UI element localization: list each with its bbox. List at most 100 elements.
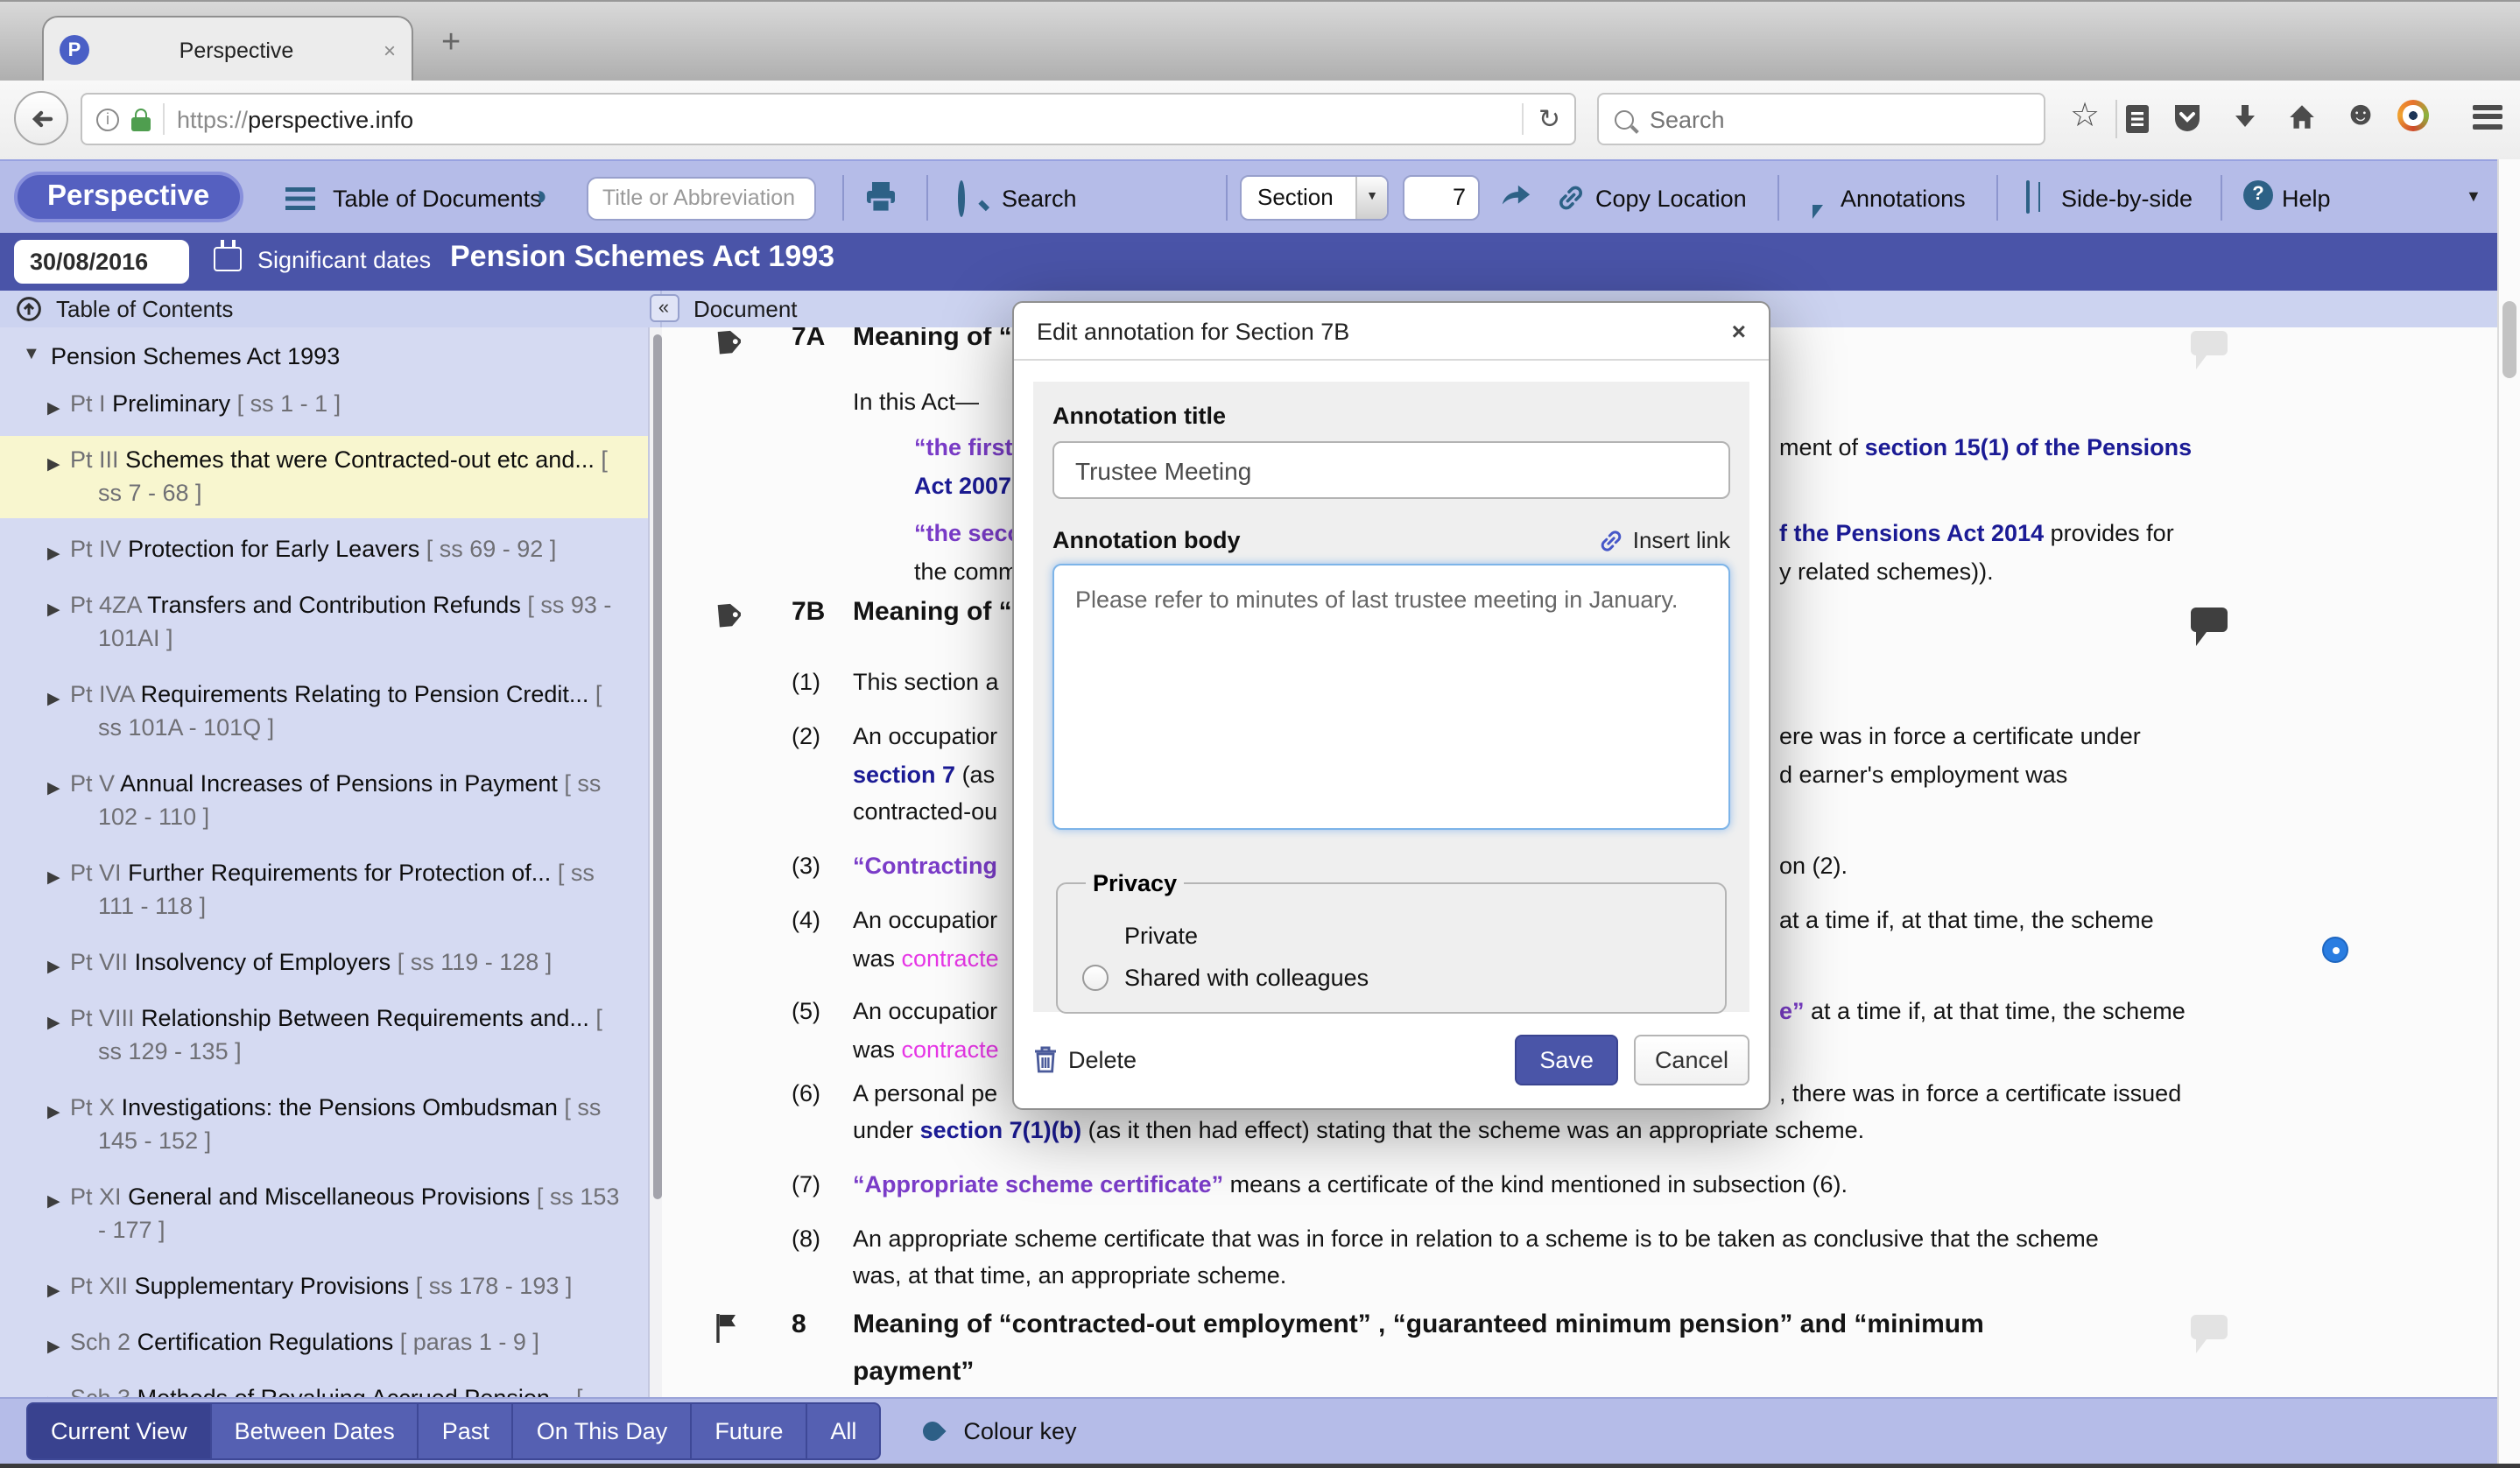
toc-item-pt11[interactable]: ▶Pt XI General and Miscellaneous Provisi… [0, 1172, 648, 1254]
perspective-logo[interactable]: Perspective [14, 171, 243, 221]
new-tab-button[interactable]: + [441, 26, 461, 60]
toc-item-pt6[interactable]: ▶Pt VI Further Requirements for Protecti… [0, 848, 648, 931]
toc-item-pt7[interactable]: ▶Pt VII Insolvency of Employers [ ss 119… [0, 938, 648, 987]
go-to-section-icon[interactable] [1499, 179, 1532, 207]
info-icon[interactable]: i [96, 108, 119, 130]
sidebar-scrollbar-thumb[interactable] [652, 334, 661, 1198]
toc-item-pt10[interactable]: ▶Pt X Investigations: the Pensions Ombud… [0, 1083, 648, 1165]
modal-footer: Delete Save Cancel [1033, 1033, 1749, 1085]
colorwheel-extension-icon[interactable] [2397, 100, 2429, 131]
reload-icon[interactable]: ↻ [1538, 103, 1560, 135]
privacy-option-shared[interactable]: Shared with colleagues [1082, 965, 1700, 991]
document-title-bar: Significant dates Pension Schemes Act 19… [0, 232, 2496, 291]
eye-icon[interactable]: ◑ [531, 181, 547, 211]
tab-title: Perspective [89, 38, 384, 62]
calendar-icon[interactable] [214, 246, 242, 270]
chevron-right-icon: ▶ [47, 771, 60, 804]
delete-button[interactable]: Delete [1033, 1045, 1137, 1073]
filter-between-dates[interactable]: Between Dates [212, 1402, 419, 1460]
cancel-button[interactable]: Cancel [1634, 1034, 1749, 1085]
trash-icon [1033, 1045, 1058, 1073]
toc-item-pt3-selected[interactable]: ▶Pt III Schemes that were Contracted-out… [0, 435, 648, 517]
doc-line: under section 7(1)(b) (as it then had ef… [661, 1113, 2496, 1148]
document-header-label: Document [693, 295, 798, 321]
droplet-icon [919, 1417, 947, 1444]
side-by-side-button[interactable]: Side-by-side [2061, 185, 2193, 211]
url-bar[interactable]: i https://perspective.info ↻ [81, 93, 1576, 145]
copy-location-button[interactable]: Copy Location [1595, 185, 1747, 211]
chevron-right-icon: ▶ [47, 1330, 60, 1363]
page-scrollbar-thumb[interactable] [2502, 300, 2516, 377]
section-select-value: Section [1242, 184, 1355, 210]
divider [2221, 174, 2222, 220]
browser-search-field[interactable] [1597, 93, 2045, 145]
reading-list-icon[interactable] [2122, 102, 2152, 135]
annotation-body-textarea[interactable]: Please refer to minutes of last trustee … [1052, 564, 1730, 830]
close-icon[interactable]: × [1732, 317, 1746, 345]
chevron-right-icon: ▶ [47, 1386, 60, 1396]
divider [163, 103, 165, 135]
filter-current-view[interactable]: Current View [26, 1402, 212, 1460]
tab-perspective[interactable]: P Perspective × [42, 16, 413, 82]
toc-item-pt4[interactable]: ▶Pt IV Protection for Early Leavers [ ss… [0, 524, 648, 573]
filter-future[interactable]: Future [692, 1402, 807, 1460]
toc-item-pt8[interactable]: ▶Pt VIII Relationship Between Requiremen… [0, 994, 648, 1076]
significant-dates-button[interactable]: Significant dates [257, 246, 431, 272]
bookmark-star-icon[interactable]: ☆ [2070, 100, 2100, 133]
chevron-right-icon: ▶ [47, 391, 60, 425]
date-input[interactable] [14, 239, 189, 283]
toc-item-sch2[interactable]: ▶Sch 2 Certification Regulations [ paras… [0, 1317, 648, 1366]
tab-close-icon[interactable]: × [384, 38, 396, 62]
help-button[interactable]: Help [2282, 185, 2331, 211]
table-of-documents-button[interactable]: Table of Documents [333, 185, 542, 211]
browser-tab-bar: P Perspective × + [0, 0, 2520, 82]
collapse-top-icon[interactable] [16, 296, 42, 322]
sidebar-scrollbar[interactable] [648, 327, 661, 1396]
page-scrollbar[interactable] [2496, 158, 2520, 1464]
divider [2115, 100, 2117, 138]
title-filter-input[interactable] [587, 176, 816, 220]
toc-item-pt1[interactable]: ▶Pt I Preliminary [ ss 1 - 1 ] [0, 379, 648, 428]
menu-hamburger-icon[interactable] [2473, 105, 2502, 129]
chevron-down-icon: ▼ [23, 344, 40, 363]
url-text[interactable]: https://perspective.info [177, 106, 413, 132]
toc-item-pt4za[interactable]: ▶Pt 4ZA Transfers and Contribution Refun… [0, 580, 648, 663]
search-button[interactable]: Search [1002, 185, 1077, 211]
colour-key-button[interactable]: Colour key [963, 1418, 1076, 1444]
section-select[interactable]: Section ▼ [1240, 174, 1389, 220]
print-icon[interactable] [865, 179, 897, 213]
section-number-input[interactable] [1403, 174, 1480, 220]
pocket-icon[interactable] [2172, 102, 2203, 135]
browser-search-input[interactable] [1646, 104, 2028, 134]
favicon-icon: P [60, 35, 89, 65]
chevron-right-icon: ▶ [47, 1095, 60, 1128]
privacy-option-private[interactable]: Private [1082, 923, 1700, 949]
home-icon[interactable] [2287, 102, 2317, 133]
toc-root-item[interactable]: ▼Pension Schemes Act 1993 [0, 339, 648, 372]
chevron-down-icon[interactable]: ▼ [1355, 176, 1387, 218]
toc-item-pt12[interactable]: ▶Pt XII Supplementary Provisions [ ss 17… [0, 1261, 648, 1310]
back-button[interactable] [14, 91, 68, 145]
radio-selected-icon[interactable] [2322, 937, 2348, 963]
insert-link-button[interactable]: Insert link [1600, 527, 1730, 553]
collapse-sidebar-button[interactable]: « [649, 294, 679, 322]
annotation-bubble-icon[interactable] [2190, 1314, 2227, 1338]
toolbar-overflow-caret[interactable]: ▼ [2466, 186, 2481, 204]
radio-unselected-icon[interactable] [1082, 965, 1109, 991]
annotations-button[interactable]: Annotations [1841, 185, 1966, 211]
filter-past[interactable]: Past [419, 1402, 514, 1460]
toc-item-sch3[interactable]: ▶Sch 3 Methods of Revaluing Accrued Pens… [0, 1373, 648, 1396]
filter-all[interactable]: All [807, 1402, 881, 1460]
annotation-bubble-icon[interactable] [2190, 330, 2227, 355]
filter-on-this-day[interactable]: On This Day [514, 1402, 693, 1460]
divider [1523, 103, 1524, 135]
lock-icon[interactable] [131, 116, 151, 130]
annotation-title-input[interactable] [1052, 441, 1730, 499]
smiley-extension-icon[interactable]: ☻ [2343, 98, 2378, 131]
toc-item-pt4a[interactable]: ▶Pt IVA Requirements Relating to Pension… [0, 670, 648, 752]
annotation-bubble-filled-icon[interactable] [2190, 607, 2227, 631]
downloads-icon[interactable] [2231, 102, 2259, 133]
chevron-right-icon: ▶ [47, 537, 60, 570]
toc-item-pt5[interactable]: ▶Pt V Annual Increases of Pensions in Pa… [0, 759, 648, 841]
save-button[interactable]: Save [1515, 1034, 1618, 1085]
